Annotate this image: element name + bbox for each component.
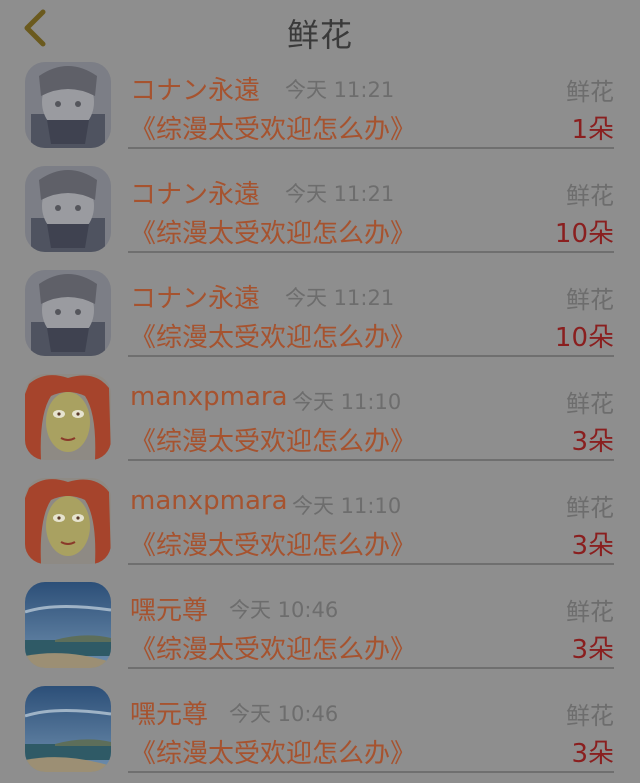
row-divider — [128, 459, 614, 461]
row-divider — [128, 355, 614, 357]
gift-type: 鲜花 — [566, 702, 614, 730]
send-time: 今天 11:10 — [292, 494, 402, 518]
gift-type: 鲜花 — [566, 598, 614, 626]
gift-type: 鲜花 — [566, 286, 614, 314]
user-avatar[interactable] — [25, 62, 111, 148]
list-item[interactable]: コナン永遠 今天 11:21 鲜花 《综漫太受欢迎怎么办》 10朵 — [0, 159, 640, 263]
list-item[interactable]: 嘿元尊 今天 10:46 鲜花 《综漫太受欢迎怎么办》 3朵 — [0, 679, 640, 783]
send-time: 今天 10:46 — [229, 702, 339, 726]
list-item[interactable]: コナン永遠 今天 11:21 鲜花 《综漫太受欢迎怎么办》 10朵 — [0, 263, 640, 367]
book-title[interactable]: 《综漫太受欢迎怎么办》 — [130, 421, 416, 458]
sender-name[interactable]: 嘿元尊 — [130, 694, 208, 731]
app-header: 鲜花 — [0, 0, 640, 62]
sender-name[interactable]: コナン永遠 — [130, 70, 260, 107]
send-time: 今天 11:10 — [292, 390, 402, 414]
row-divider — [128, 563, 614, 565]
user-avatar[interactable] — [25, 374, 111, 460]
send-time: 今天 10:46 — [229, 598, 339, 622]
gift-type: 鲜花 — [566, 78, 614, 106]
book-title[interactable]: 《综漫太受欢迎怎么办》 — [130, 317, 416, 354]
book-title[interactable]: 《综漫太受欢迎怎么办》 — [130, 109, 416, 146]
sender-name[interactable]: コナン永遠 — [130, 278, 260, 315]
book-title[interactable]: 《综漫太受欢迎怎么办》 — [130, 733, 416, 770]
sender-name[interactable]: manxpmara — [130, 382, 288, 412]
book-title[interactable]: 《综漫太受欢迎怎么办》 — [130, 213, 416, 250]
flower-count: 10朵 — [554, 323, 614, 353]
flower-count: 10朵 — [554, 219, 614, 249]
flower-count: 1朵 — [571, 115, 614, 145]
page-title: 鲜花 — [286, 16, 353, 54]
list-item[interactable]: コナン永遠 今天 11:21 鲜花 《综漫太受欢迎怎么办》 1朵 — [0, 55, 640, 159]
row-divider — [128, 667, 614, 669]
list-item[interactable]: manxpmara 今天 11:10 鲜花 《综漫太受欢迎怎么办》 3朵 — [0, 471, 640, 575]
row-divider — [128, 771, 614, 773]
flower-count: 3朵 — [571, 739, 614, 769]
user-avatar[interactable] — [25, 582, 111, 668]
flower-gift-list: コナン永遠 今天 11:21 鲜花 《综漫太受欢迎怎么办》 1朵 コナン永遠 今… — [0, 55, 640, 783]
user-avatar[interactable] — [25, 270, 111, 356]
gift-type: 鲜花 — [566, 182, 614, 210]
user-avatar[interactable] — [25, 478, 111, 564]
send-time: 今天 11:21 — [285, 78, 395, 102]
book-title[interactable]: 《综漫太受欢迎怎么办》 — [130, 525, 416, 562]
book-title[interactable]: 《综漫太受欢迎怎么办》 — [130, 629, 416, 666]
gift-type: 鲜花 — [566, 390, 614, 418]
user-avatar[interactable] — [25, 686, 111, 772]
flower-count: 3朵 — [571, 427, 614, 457]
user-avatar[interactable] — [25, 166, 111, 252]
list-item[interactable]: 嘿元尊 今天 10:46 鲜花 《综漫太受欢迎怎么办》 3朵 — [0, 575, 640, 679]
sender-name[interactable]: コナン永遠 — [130, 174, 260, 211]
row-divider — [128, 147, 614, 149]
flower-count: 3朵 — [571, 635, 614, 665]
sender-name[interactable]: 嘿元尊 — [130, 590, 208, 627]
flower-count: 3朵 — [571, 531, 614, 561]
send-time: 今天 11:21 — [285, 286, 395, 310]
gift-type: 鲜花 — [566, 494, 614, 522]
list-item[interactable]: manxpmara 今天 11:10 鲜花 《综漫太受欢迎怎么办》 3朵 — [0, 367, 640, 471]
sender-name[interactable]: manxpmara — [130, 486, 288, 516]
row-divider — [128, 251, 614, 253]
send-time: 今天 11:21 — [285, 182, 395, 206]
